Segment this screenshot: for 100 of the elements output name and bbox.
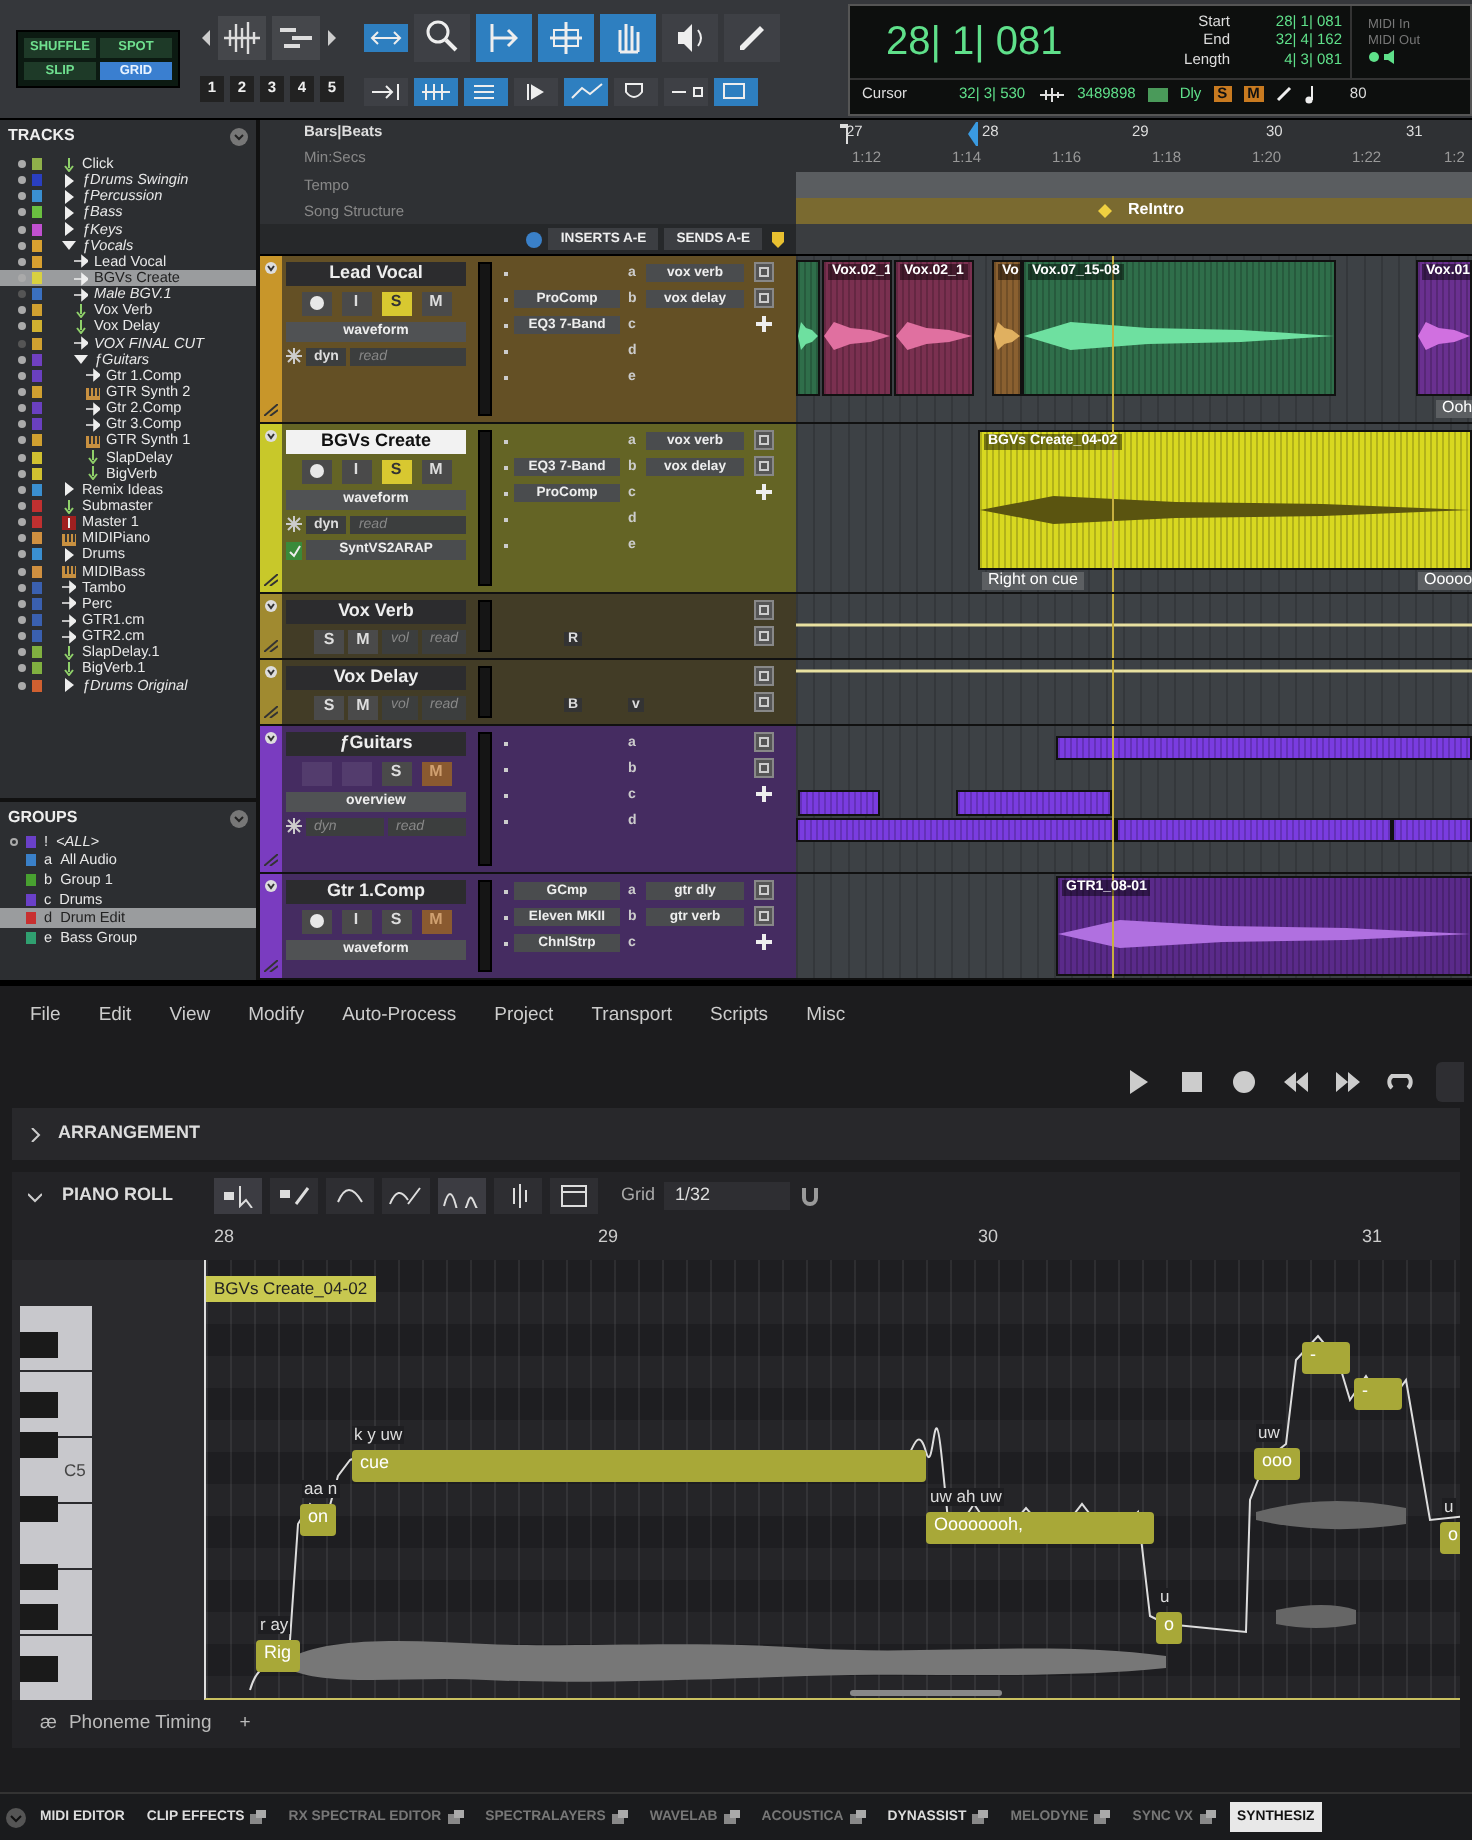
toolbar-toggle-button[interactable]	[464, 77, 508, 105]
caret-icon[interactable]	[62, 173, 76, 188]
add-icon[interactable]	[754, 932, 774, 952]
resize-icon[interactable]	[264, 404, 278, 416]
solo-button[interactable]: S	[381, 459, 411, 484]
menu-item[interactable]: Auto-Process	[342, 1006, 457, 1060]
track-name-field[interactable]: ƒGuitars	[286, 732, 466, 756]
piano-roll-tool[interactable]	[213, 1178, 261, 1214]
left-arrow-icon[interactable]	[200, 28, 212, 48]
status-dot-icon[interactable]	[18, 583, 26, 592]
audio-clip[interactable]	[796, 818, 1116, 842]
record-button[interactable]	[301, 291, 331, 316]
stop-icon[interactable]	[1176, 1066, 1208, 1098]
input-button[interactable]: I	[341, 459, 371, 484]
phoneme-timing-tab[interactable]: Phoneme Timing	[68, 1713, 212, 1735]
status-dot-icon[interactable]	[18, 160, 26, 169]
checkmark-icon[interactable]	[286, 541, 302, 559]
clip-name-tag[interactable]: BGVs Create_04-02	[206, 1276, 376, 1303]
piano-roll-tool[interactable]	[325, 1178, 373, 1214]
status-dot-icon[interactable]	[18, 616, 26, 624]
status-dot-icon[interactable]	[18, 290, 26, 299]
caret-icon[interactable]	[28, 1127, 42, 1141]
status-dot-icon[interactable]	[18, 339, 26, 348]
status-dot-icon[interactable]	[18, 534, 26, 543]
status-dot-icon[interactable]	[18, 502, 26, 511]
record-icon[interactable]	[1228, 1066, 1260, 1098]
menu-item[interactable]: Misc	[806, 1006, 846, 1060]
status-dot-icon[interactable]	[18, 192, 26, 201]
grid-dropdown[interactable]: 1/32	[663, 1182, 791, 1210]
asterisk-icon[interactable]	[286, 348, 302, 365]
hand-tool[interactable]	[600, 13, 656, 61]
mute-button[interactable]: M	[421, 459, 451, 484]
audio-clip[interactable]	[798, 790, 880, 816]
status-dot-icon[interactable]	[18, 306, 26, 315]
status-dot-icon[interactable]	[18, 599, 26, 608]
caret-icon[interactable]	[62, 482, 76, 497]
status-dot-icon[interactable]	[18, 404, 26, 413]
status-dot-icon[interactable]	[18, 453, 26, 462]
rewind-icon[interactable]	[1280, 1066, 1312, 1098]
trim-tool-tool[interactable]	[476, 13, 532, 61]
piano-roll-tool[interactable]	[269, 1178, 317, 1214]
section-title[interactable]: PIANO ROLL	[62, 1186, 173, 1206]
audio-clip[interactable]	[1056, 736, 1472, 760]
asterisk-icon[interactable]	[286, 516, 302, 533]
caret-icon[interactable]	[62, 189, 76, 204]
track-name-field[interactable]: Vox Verb	[286, 600, 466, 624]
menu-icon[interactable]	[230, 128, 248, 146]
pencil-icon[interactable]	[1275, 86, 1292, 102]
record-button[interactable]	[301, 909, 331, 934]
magnet-icon[interactable]	[798, 1184, 823, 1208]
toolbar-toggle-button[interactable]	[414, 77, 458, 105]
caret-icon[interactable]	[62, 547, 76, 562]
piano-roll-tool[interactable]	[493, 1178, 541, 1214]
caret-icon[interactable]	[62, 222, 76, 237]
resize-icon[interactable]	[264, 640, 278, 652]
collapse-icon[interactable]	[264, 732, 278, 744]
collapse-icon[interactable]	[264, 262, 278, 274]
pencil-tool[interactable]	[724, 13, 780, 61]
menu-item[interactable]: Project	[494, 1006, 554, 1060]
add-icon[interactable]	[754, 482, 774, 502]
add-lane-button[interactable]: +	[239, 1713, 251, 1735]
track-name-field[interactable]: BGVs Create	[286, 430, 466, 454]
track-name-field[interactable]: Lead Vocal	[286, 262, 466, 286]
status-dot-icon[interactable]	[18, 225, 26, 234]
status-dot-icon[interactable]	[18, 681, 26, 690]
add-icon[interactable]	[754, 314, 774, 334]
piano-roll-tool[interactable]	[437, 1178, 485, 1214]
audio-clip[interactable]	[796, 260, 820, 396]
mute-button[interactable]: M	[348, 695, 378, 720]
link-toggle-icon[interactable]	[364, 23, 408, 51]
add-icon[interactable]	[754, 784, 774, 804]
toolbar-toggle-button[interactable]	[364, 77, 408, 105]
input-button[interactable]: I	[341, 909, 371, 934]
collapse-icon[interactable]	[264, 600, 278, 612]
menu-item[interactable]: Edit	[98, 1006, 132, 1060]
collapse-icon[interactable]	[264, 880, 278, 892]
track-name-field[interactable]: Vox Delay	[286, 666, 466, 690]
piano-roll-tool[interactable]	[549, 1178, 597, 1214]
toolbar-toggle-button[interactable]	[564, 77, 608, 105]
toolbar-toggle-button[interactable]	[614, 77, 658, 105]
caret-icon[interactable]	[74, 352, 88, 367]
toolbar-toggle-button[interactable]	[664, 77, 708, 105]
asterisk-icon[interactable]	[286, 818, 302, 835]
playhead-marker-icon[interactable]	[968, 122, 978, 146]
solo-button[interactable]: S	[381, 909, 411, 934]
toolbar-toggle-button[interactable]	[714, 77, 758, 105]
solo-button[interactable]: S	[314, 629, 344, 654]
status-dot-icon[interactable]	[18, 241, 26, 250]
resize-icon[interactable]	[264, 574, 278, 586]
toolbar-toggle-button[interactable]	[514, 77, 558, 105]
status-dot-icon[interactable]	[10, 837, 18, 846]
mute-button[interactable]: M	[348, 629, 378, 654]
status-dot-icon[interactable]	[18, 420, 26, 429]
solo-button[interactable]: S	[314, 695, 344, 720]
status-dot-icon[interactable]	[18, 469, 26, 478]
status-dot-icon[interactable]	[18, 257, 26, 266]
menu-item[interactable]: Modify	[248, 1006, 305, 1060]
status-dot-icon[interactable]	[18, 664, 26, 673]
midi-zoom-icon[interactable]	[272, 16, 320, 60]
collapse-icon[interactable]	[264, 430, 278, 442]
